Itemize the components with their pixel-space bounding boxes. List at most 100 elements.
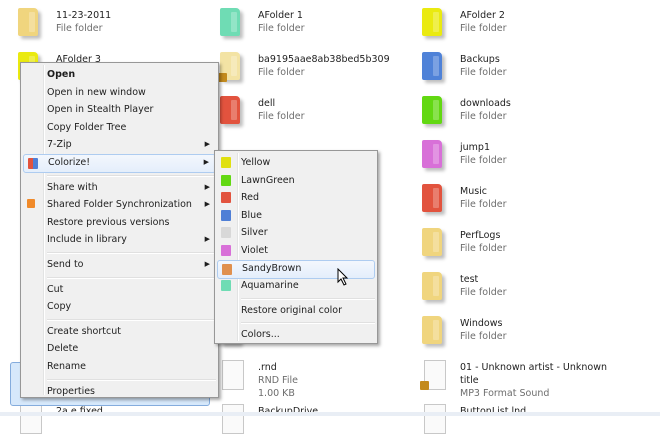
menu-item-open[interactable]: Open xyxy=(23,66,216,83)
file-item[interactable]: jump1 File folder xyxy=(420,134,615,176)
file-item[interactable]: 01 - Unknown artist - Unknown title MP3 Fo… xyxy=(420,354,615,399)
menu-item-share-with[interactable]: Share with ▶ xyxy=(23,179,216,196)
menu-item-open-in-new-window[interactable]: Open in new window xyxy=(23,84,216,101)
menu-item-colors[interactable]: Colors... xyxy=(217,326,375,343)
menu-item-label: Copy Folder Tree xyxy=(47,121,127,133)
menu-item-label: Rename xyxy=(47,361,86,372)
item-type: File folder xyxy=(258,67,305,78)
menu-item-cut[interactable]: Cut xyxy=(23,281,216,298)
submenu-arrow-icon: ▶ xyxy=(204,182,210,191)
item-name: Backups xyxy=(460,54,500,65)
file-item[interactable]: .rnd RND File 1.00 KB xyxy=(218,354,413,399)
submenu-arrow-icon: ▶ xyxy=(204,260,210,268)
menu-item-label: Restore previous versions xyxy=(47,216,170,228)
menu-item-sandybrown[interactable]: SandyBrown xyxy=(217,259,375,279)
file-icon xyxy=(222,404,244,434)
folder-color-icon xyxy=(221,209,231,221)
item-type: File folder xyxy=(460,155,507,166)
item-type: File folder xyxy=(258,111,305,122)
menu-item-blue[interactable]: Blue xyxy=(217,207,375,224)
menu-item-label: Share with xyxy=(47,181,98,193)
folder-icon xyxy=(422,272,442,300)
file-item[interactable]: Backups File folder xyxy=(420,46,615,88)
file-item[interactable]: ba9195aae8ab38bed5b309 File folder xyxy=(218,46,413,88)
file-icon xyxy=(222,360,244,390)
menu-item-label: Delete xyxy=(47,343,79,355)
menu-separator xyxy=(47,252,216,254)
lock-icon xyxy=(420,381,429,390)
menu-item-create-shortcut[interactable]: Create shortcut xyxy=(23,323,216,340)
menu-item-label: Open xyxy=(47,69,76,80)
file-icon xyxy=(20,404,42,434)
menu-item-lawngreen[interactable]: LawnGreen xyxy=(217,172,375,189)
menu-item-include-in-library[interactable]: Include in library ▶ xyxy=(23,231,216,248)
file-item[interactable]: Music File folder xyxy=(420,178,615,220)
menu-item-label: Silver xyxy=(241,227,268,239)
menu-item-aquamarine[interactable]: Aquamarine xyxy=(217,277,375,294)
folder-color-icon xyxy=(221,227,231,239)
file-item[interactable]: PerfLogs File folder xyxy=(420,222,615,264)
menu-item-properties[interactable]: Properties xyxy=(23,383,216,400)
menu-item-label: Cut xyxy=(47,283,64,295)
menu-item-red[interactable]: Red xyxy=(217,189,375,206)
item-name: PerfLogs xyxy=(460,230,501,241)
item-name: dell xyxy=(258,98,276,109)
folder-icon xyxy=(422,8,442,36)
submenu-arrow-icon: ▶ xyxy=(204,140,210,149)
menu-item-yellow[interactable]: Yellow xyxy=(217,154,375,171)
folder-color-icon xyxy=(221,157,231,168)
menu-item-rename[interactable]: Rename xyxy=(23,358,216,375)
file-item[interactable]: test File folder xyxy=(420,266,615,308)
folder-icon xyxy=(422,316,442,344)
menu-item-restore-previous-versions[interactable]: Restore previous versions xyxy=(23,214,216,231)
menu-item-label: Create shortcut xyxy=(47,325,121,337)
item-type: RND File xyxy=(258,375,298,386)
colorize-icon xyxy=(28,158,38,169)
file-item[interactable]: downloads File folder xyxy=(420,90,615,132)
menu-separator xyxy=(47,378,216,381)
menu-item-restore-original-color[interactable]: Restore original color xyxy=(217,302,375,319)
item-name: jump1 xyxy=(460,142,490,153)
menu-item-colorize[interactable]: Colorize! ▶ xyxy=(23,154,216,173)
menu-item-label: Properties xyxy=(47,385,96,397)
file-item[interactable]: 11-23-2011 File folder xyxy=(16,2,211,44)
folder-icon xyxy=(220,96,240,124)
item-name: AFolder 1 xyxy=(258,10,303,21)
folder-color-icon xyxy=(221,245,231,256)
menu-item-send-to[interactable]: Send to ▶ xyxy=(23,256,216,273)
item-type: File folder xyxy=(460,331,507,342)
menu-item-label: Yellow xyxy=(241,157,271,168)
file-item[interactable]: AFolder 2 File folder xyxy=(420,2,615,44)
menu-item-silver[interactable]: Silver xyxy=(217,224,375,241)
folder-icon xyxy=(422,184,442,212)
menu-item-7-zip[interactable]: 7-Zip ▶ xyxy=(23,136,216,153)
menu-item-copy[interactable]: Copy xyxy=(23,298,216,315)
menu-item-label: Copy xyxy=(47,301,72,313)
menu-item-label: Open in new window xyxy=(47,86,146,98)
folder-icon xyxy=(422,140,442,168)
menu-item-label: Violet xyxy=(241,245,268,256)
file-item[interactable]: dell File folder xyxy=(218,90,413,132)
file-item[interactable]: AFolder 1 File folder xyxy=(218,2,413,44)
item-type: File folder xyxy=(460,67,507,78)
item-name: Windows xyxy=(460,318,503,329)
context-menu: Open Open in new window Open in Stealth Pl… xyxy=(20,62,219,398)
item-name: ba9195aae8ab38bed5b309 xyxy=(258,54,390,65)
menu-item-delete[interactable]: Delete xyxy=(23,340,216,357)
colorize-submenu: Yellow LawnGreen Red Blue Silver Violet SandyB… xyxy=(214,150,378,344)
file-item[interactable]: Windows File folder xyxy=(420,310,615,352)
menu-item-copy-folder-tree[interactable]: Copy Folder Tree xyxy=(23,119,216,136)
submenu-arrow-icon: ▶ xyxy=(204,235,210,244)
folder-color-icon xyxy=(222,263,232,275)
menu-item-label: Red xyxy=(241,192,260,204)
menu-item-violet[interactable]: Violet xyxy=(217,242,375,259)
item-name: 01 - Unknown artist - Unknown xyxy=(460,362,608,373)
menu-item-open-in-stealth-player[interactable]: Open in Stealth Player xyxy=(23,101,216,118)
file-item[interactable]: ButtonList.lnd xyxy=(420,398,615,440)
file-item[interactable]: BackupDrive xyxy=(218,398,413,440)
menu-item-shared-folder-synchronization[interactable]: Shared Folder Synchronization ▶ xyxy=(23,196,216,213)
menu-separator xyxy=(47,318,216,321)
menu-separator xyxy=(47,174,216,177)
folder-icon xyxy=(220,8,240,36)
menu-item-label: Blue xyxy=(241,209,263,221)
